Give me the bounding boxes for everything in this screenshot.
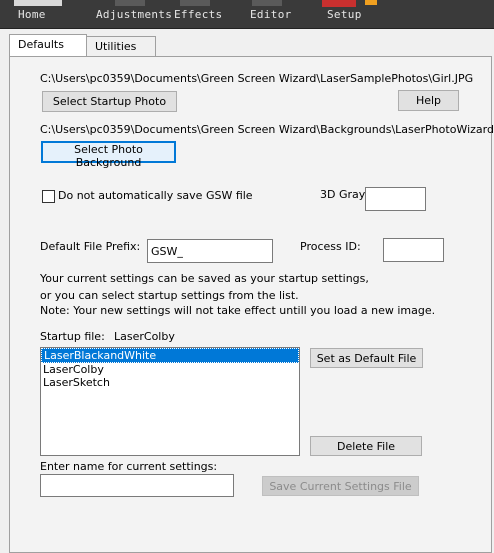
- no-autosave-checkbox[interactable]: [42, 190, 55, 203]
- background-path: C:\Users\pc0359\Documents\Green Screen W…: [40, 123, 494, 136]
- setup-icon[interactable]: [322, 0, 356, 7]
- gray3d-input[interactable]: [365, 187, 426, 211]
- info-line-3: Note: Your new settings will not take ef…: [40, 304, 436, 317]
- list-item[interactable]: LaserBlackandWhite: [41, 348, 299, 363]
- select-photo-background-button[interactable]: Select Photo Background: [41, 141, 176, 169]
- process-id-label: Process ID:: [300, 240, 361, 253]
- info-line-2: or you can select startup settings from …: [40, 289, 299, 302]
- defaults-panel: C:\Users\pc0359\Documents\Green Screen W…: [9, 56, 494, 553]
- save-current-settings-button[interactable]: Save Current Settings File: [262, 476, 419, 496]
- gray3d-label: 3D Gray: [320, 188, 366, 201]
- name-entry-label: Enter name for current settings:: [40, 460, 218, 473]
- toolbar-editor[interactable]: Editor: [250, 8, 292, 21]
- help-button[interactable]: Help: [398, 90, 459, 111]
- info-line-1: Your current settings can be saved as yo…: [40, 272, 369, 285]
- set-default-file-button[interactable]: Set as Default File: [310, 348, 423, 368]
- toolbar-home[interactable]: Home: [18, 8, 46, 21]
- toolbar-adjustments[interactable]: Adjustments: [96, 8, 172, 21]
- toolbar-effects[interactable]: Effects: [174, 8, 222, 21]
- process-id-input[interactable]: [383, 238, 444, 262]
- startup-file-value: LaserColby: [114, 330, 175, 343]
- editor-icon[interactable]: [252, 0, 282, 6]
- setup-accent-icon: [365, 0, 377, 5]
- startup-photo-path: C:\Users\pc0359\Documents\Green Screen W…: [40, 72, 474, 85]
- tab-defaults[interactable]: Defaults: [9, 34, 87, 56]
- prefix-label: Default File Prefix:: [40, 240, 141, 253]
- main-toolbar: Home Adjustments Effects Editor Setup: [0, 0, 494, 29]
- toolbar-setup[interactable]: Setup: [327, 8, 362, 21]
- prefix-input[interactable]: [147, 239, 273, 263]
- adjustments-icon[interactable]: [115, 0, 145, 6]
- select-startup-photo-button[interactable]: Select Startup Photo: [42, 91, 177, 112]
- delete-file-button[interactable]: Delete File: [310, 436, 422, 456]
- list-item[interactable]: LaserColby: [41, 363, 299, 376]
- effects-icon[interactable]: [180, 0, 210, 6]
- list-item[interactable]: LaserSketch: [41, 376, 299, 389]
- startup-file-label: Startup file:: [40, 330, 105, 343]
- no-autosave-label: Do not automatically save GSW file: [58, 189, 253, 202]
- tab-utilities[interactable]: Utilities: [86, 36, 156, 56]
- settings-listbox[interactable]: LaserBlackandWhite LaserColby LaserSketc…: [40, 347, 300, 456]
- home-icon[interactable]: [14, 0, 62, 6]
- settings-name-input[interactable]: [40, 474, 234, 497]
